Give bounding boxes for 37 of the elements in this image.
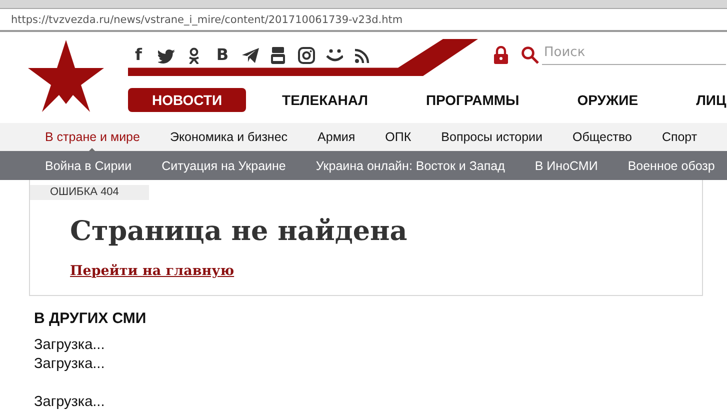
loading-text: Загрузка... — [34, 355, 105, 374]
loading-text: Загрузка... — [34, 336, 105, 355]
paper-plane-icon[interactable] — [242, 46, 259, 64]
section-tab[interactable]: ОПК — [385, 130, 412, 144]
search-field[interactable]: Поиск — [542, 44, 726, 65]
section-title: В ДРУГИХ СМИ — [34, 310, 148, 327]
nav-tab[interactable]: ОРУЖИЕ — [577, 88, 638, 112]
section-tab[interactable]: Общество — [572, 130, 632, 144]
topic-link[interactable]: Украина онлайн: Восток и Запад — [316, 158, 505, 172]
tv-icon[interactable] — [270, 46, 287, 64]
topic-link[interactable]: В ИноСМИ — [534, 158, 598, 172]
loading-text: Загрузка... — [34, 393, 105, 412]
nav-tab[interactable]: ТЕЛЕКАНАЛ — [282, 88, 368, 112]
section-tab[interactable]: Экономика и бизнес — [170, 130, 288, 144]
home-link[interactable]: Перейти на главную — [70, 263, 234, 279]
topic-link[interactable]: Ситуация на Украине — [162, 158, 286, 172]
rss-icon[interactable] — [354, 46, 371, 64]
section-tab[interactable]: Армия — [318, 130, 356, 144]
lock-icon[interactable] — [493, 46, 509, 64]
nav-tab[interactable]: НОВОСТИ — [128, 88, 246, 112]
section-tab[interactable]: Вопросы истории — [441, 130, 543, 144]
nav-tab[interactable]: ПРОГРАММЫ — [426, 88, 520, 112]
nav-tab[interactable]: ЛИЦ — [696, 88, 726, 112]
social-link[interactable]: B — [214, 46, 231, 64]
smile-icon[interactable] — [326, 46, 343, 64]
social-link[interactable]: f — [130, 46, 147, 64]
bird-icon[interactable] — [158, 46, 175, 64]
search-icon[interactable] — [521, 46, 539, 64]
section-tab[interactable]: В стране и мире — [45, 130, 140, 144]
section-tab[interactable]: Спорт — [662, 130, 698, 144]
url-text: https://tvzvezda.ru/news/vstrane_i_mire/content/201710061739-v23d.htm — [11, 14, 403, 26]
camera-icon[interactable] — [298, 46, 315, 64]
topic-link[interactable]: Военное обозр — [628, 158, 715, 172]
topic-link[interactable]: Война в Сирии — [45, 158, 132, 172]
error-title: Страница не найдена — [70, 215, 408, 249]
star-logo[interactable] — [28, 40, 104, 112]
error-label: ОШИБКА 404 — [30, 185, 149, 200]
